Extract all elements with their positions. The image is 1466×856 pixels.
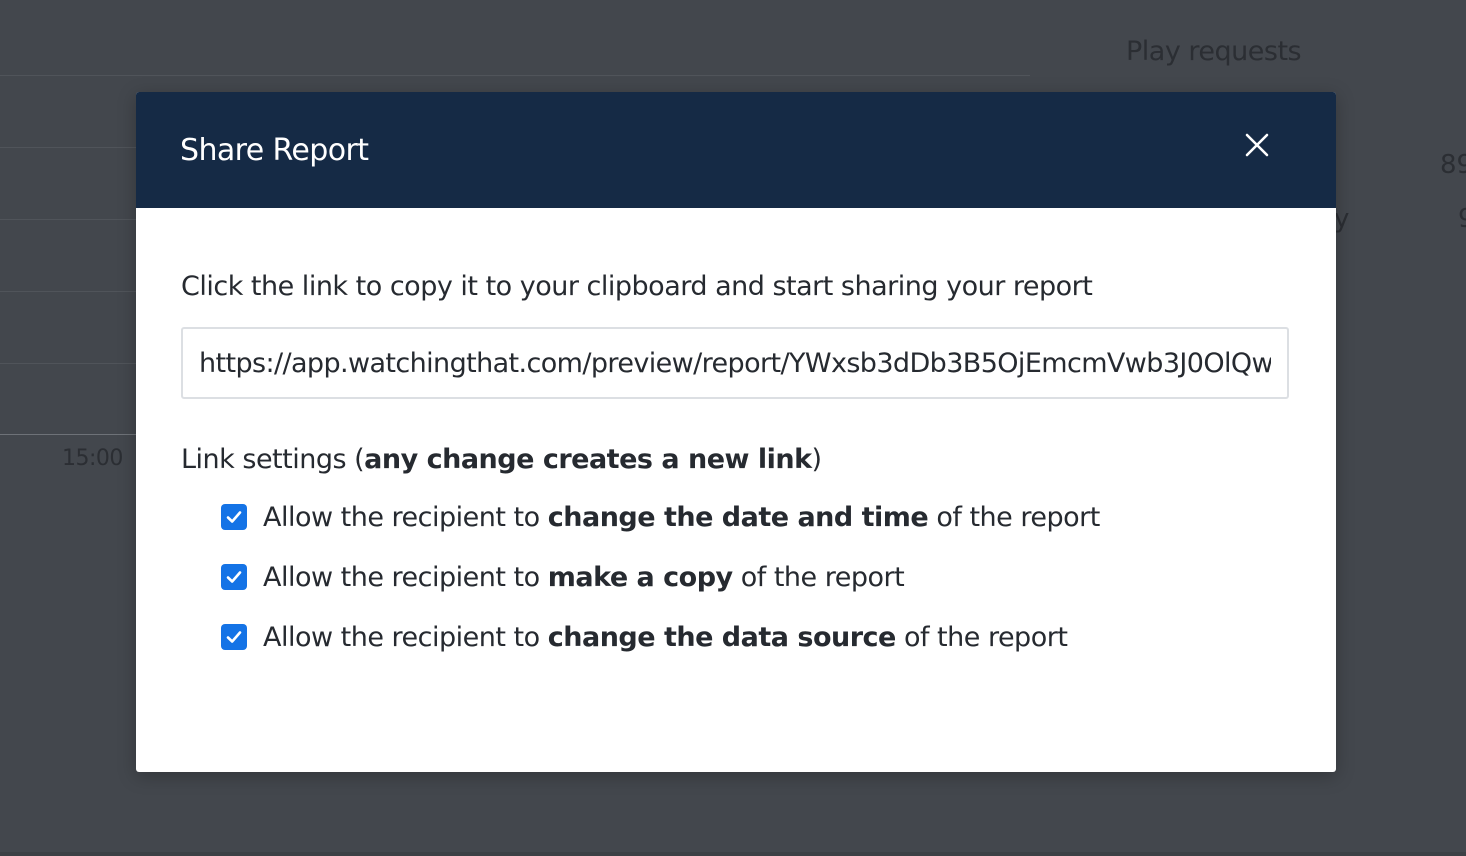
dialog-title: Share Report: [180, 132, 369, 168]
x-axis-tick-label: 15:00: [62, 446, 123, 471]
gridline: [0, 363, 136, 364]
settings-label-emphasis: any change creates a new link: [364, 444, 812, 475]
metric-label-fragment: y: [1334, 204, 1350, 234]
footer-edge: [0, 852, 1466, 856]
divider: [0, 75, 1030, 76]
option-emphasis: make a copy: [547, 561, 733, 593]
share-report-dialog: Share Report Click the link to copy it t…: [136, 92, 1336, 772]
option-suffix: of the report: [732, 561, 905, 593]
settings-label: Link settings (: [181, 444, 365, 475]
dialog-body: Click the link to copy it to your clipbo…: [136, 208, 1336, 667]
gridline: [0, 219, 136, 220]
instruction-text: Click the link to copy it to your clipbo…: [181, 271, 1093, 302]
link-settings-options: Allow the recipient to change the date a…: [181, 487, 1290, 667]
gridline: [0, 147, 136, 148]
option-make-copy[interactable]: Allow the recipient to make a copy of th…: [221, 547, 1290, 607]
chart-x-axis: [0, 434, 136, 435]
option-emphasis: change the date and time: [547, 501, 929, 533]
section-title: Play requests: [1126, 36, 1302, 67]
option-prefix: Allow the recipient to: [263, 561, 548, 593]
metric-value: 89: [1440, 150, 1466, 180]
checkbox-checked-icon[interactable]: [221, 564, 247, 590]
metric-value: 9: [1458, 204, 1466, 234]
gridline: [0, 291, 136, 292]
option-change-data-source[interactable]: Allow the recipient to change the data s…: [221, 607, 1290, 667]
link-settings-heading: Link settings (any change creates a new …: [181, 443, 1290, 477]
share-link-field[interactable]: [181, 327, 1289, 399]
option-suffix: of the report: [928, 501, 1100, 533]
close-icon: [1245, 133, 1269, 157]
checkbox-checked-icon[interactable]: [221, 504, 247, 530]
option-text: Allow the recipient to change the date a…: [263, 502, 1100, 533]
option-suffix: of the report: [895, 621, 1068, 653]
option-prefix: Allow the recipient to: [263, 501, 548, 533]
settings-label-end: ): [811, 444, 823, 475]
dialog-header: Share Report: [136, 92, 1336, 208]
checkbox-checked-icon[interactable]: [221, 624, 247, 650]
option-text: Allow the recipient to change the data s…: [263, 621, 1068, 653]
option-change-date-time[interactable]: Allow the recipient to change the date a…: [221, 487, 1290, 547]
option-prefix: Allow the recipient to: [263, 621, 548, 653]
option-text: Allow the recipient to make a copy of th…: [263, 561, 905, 593]
option-emphasis: change the data source: [547, 621, 897, 653]
close-button[interactable]: [1240, 128, 1274, 162]
